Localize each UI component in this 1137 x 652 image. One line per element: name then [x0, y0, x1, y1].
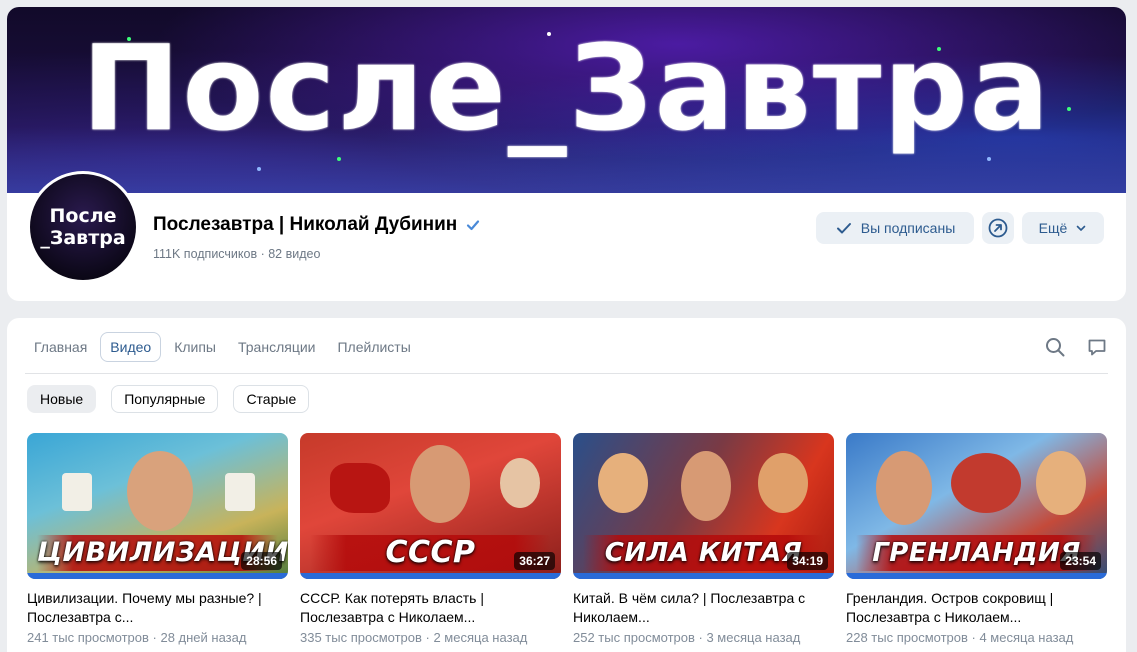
check-icon: [836, 223, 851, 234]
thumbnail-person: [681, 451, 731, 521]
thumbnail-person: [598, 453, 648, 513]
video-thumbnail[interactable]: СССР 36:27: [300, 433, 561, 579]
avatar-image: После _Завтра: [30, 174, 136, 280]
more-button-label: Ещё: [1038, 220, 1068, 236]
filter-popular[interactable]: Популярные: [111, 385, 219, 413]
video-thumbnail[interactable]: ГРЕНЛАНДИЯ 23:54: [846, 433, 1107, 579]
channel-avatar[interactable]: После _Завтра: [27, 171, 139, 283]
video-duration: 36:27: [514, 552, 555, 570]
filter-new[interactable]: Новые: [27, 385, 97, 413]
video-thumbnail[interactable]: ЦИВИЛИЗАЦИИ 28:56: [27, 433, 288, 579]
thumbnail-person: [410, 445, 470, 523]
video-meta: 252 тыс просмотров · 3 месяца назад: [573, 630, 801, 645]
video-card[interactable]: СССР 36:27 СССР. Как потерять власть | П…: [300, 433, 561, 645]
tab-home[interactable]: Главная: [25, 332, 96, 362]
chevron-down-icon: [1077, 225, 1086, 231]
channel-name[interactable]: Послезавтра | Николай Дубинин: [153, 214, 481, 236]
sort-filters: Новые Популярные Старые: [27, 385, 310, 413]
subscribed-button-label: Вы подписаны: [860, 220, 956, 236]
videos-section: Главная Видео Клипы Трансляции Плейлисты…: [7, 318, 1126, 652]
verified-icon: [467, 220, 480, 231]
thumbnail-map: [330, 463, 390, 513]
video-meta: 228 тыс просмотров · 4 месяца назад: [846, 630, 1074, 645]
banner-title: После_Завтра: [81, 19, 1052, 157]
avatar-text-line2: _Завтра: [40, 226, 126, 249]
thumbnail-person: [876, 451, 932, 525]
video-title[interactable]: Цивилизации. Почему мы разные? | Послеза…: [27, 589, 288, 627]
banner-spark: [257, 167, 261, 171]
avatar-text-line1: После: [49, 204, 117, 227]
search-icon[interactable]: [1044, 336, 1066, 358]
thumbnail-progress: [846, 573, 1107, 579]
comment-icon[interactable]: [1086, 336, 1108, 358]
thumbnail-person: [1036, 451, 1086, 515]
share-button[interactable]: [982, 212, 1014, 244]
thumbnail-progress: [300, 573, 561, 579]
video-meta: 335 тыс просмотров · 2 месяца назад: [300, 630, 528, 645]
thumbnail-person: [127, 451, 193, 531]
thumbnail-globe: [951, 453, 1021, 513]
video-title[interactable]: Гренландия. Остров сокровищ | Послезавтр…: [846, 589, 1107, 627]
video-card[interactable]: ГРЕНЛАНДИЯ 23:54 Гренландия. Остров сокр…: [846, 433, 1107, 645]
video-grid: ЦИВИЛИЗАЦИИ 28:56 Цивилизации. Почему мы…: [27, 433, 1107, 645]
tab-clips[interactable]: Клипы: [165, 332, 225, 362]
share-arrow-icon: [988, 218, 1008, 238]
video-duration: 28:56: [241, 552, 282, 570]
thumbnail-card: [225, 473, 255, 511]
video-card[interactable]: ЦИВИЛИЗАЦИИ 28:56 Цивилизации. Почему мы…: [27, 433, 288, 645]
thumbnail-progress: [573, 573, 834, 579]
channel-meta: 111K подписчиков · 82 видео: [153, 247, 321, 261]
video-meta: 241 тыс просмотров · 28 дней назад: [27, 630, 247, 645]
more-button[interactable]: Ещё: [1022, 212, 1104, 244]
video-title[interactable]: Китай. В чём сила? | Послезавтра с Никол…: [573, 589, 834, 627]
filter-old[interactable]: Старые: [233, 385, 310, 413]
tabs-divider: [25, 373, 1108, 374]
video-duration: 34:19: [787, 552, 828, 570]
tab-streams[interactable]: Трансляции: [229, 332, 324, 362]
banner-spark: [987, 157, 991, 161]
thumbnail-person: [500, 458, 540, 508]
channel-tabs: Главная Видео Клипы Трансляции Плейлисты: [25, 332, 424, 362]
thumbnail-progress: [27, 573, 288, 579]
subscribed-button[interactable]: Вы подписаны: [816, 212, 974, 244]
tab-playlists[interactable]: Плейлисты: [328, 332, 419, 362]
thumbnail-card: [62, 473, 92, 511]
tab-actions: [1044, 336, 1108, 358]
thumbnail-person: [758, 453, 808, 513]
video-thumbnail[interactable]: СИЛА КИТАЯ 34:19: [573, 433, 834, 579]
video-duration: 23:54: [1060, 552, 1101, 570]
video-card[interactable]: СИЛА КИТАЯ 34:19 Китай. В чём сила? | По…: [573, 433, 834, 645]
banner-spark: [337, 157, 341, 161]
video-title[interactable]: СССР. Как потерять власть | Послезавтра …: [300, 589, 561, 627]
channel-banner: После_Завтра: [7, 7, 1126, 193]
channel-header: После_Завтра После _Завтра Послезавтра |…: [7, 7, 1126, 301]
tab-videos[interactable]: Видео: [100, 332, 162, 362]
channel-name-text: Послезавтра | Николай Дубинин: [153, 214, 458, 235]
